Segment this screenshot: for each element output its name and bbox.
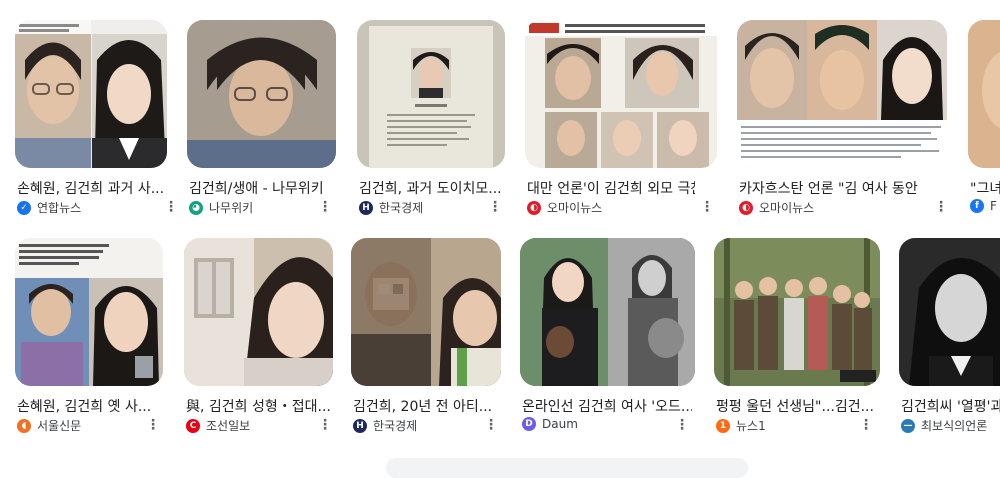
result-source-name: F [990,199,997,213]
more-options-icon[interactable]: ⋮ [483,417,499,433]
result-source: C 조선일보 [186,417,250,434]
result-card-2[interactable]: 김건희/생애 - 나무위키 ◕ 나무위키 ⋮ [187,20,336,216]
result-source-name: 서울신문 [37,419,82,433]
result-thumbnail[interactable] [357,20,505,168]
result-thumbnail[interactable] [15,20,167,168]
result-thumbnail[interactable] [525,20,717,168]
result-card-1[interactable]: 손혜원, 김건희 과거 사... ✓ 연합뉴스 ⋮ [15,20,178,216]
result-source-name: Daum [542,417,578,431]
more-options-icon[interactable]: ⋮ [933,199,949,215]
ohmynews-favicon-icon: ◐ [739,200,753,215]
result-card-8[interactable]: 與, 김건희 성형・접대... C 조선일보 ⋮ [184,238,333,434]
more-options-icon[interactable]: ⋮ [317,417,333,433]
more-options-icon[interactable]: ⋮ [699,199,715,215]
yonhap-favicon-icon: ✓ [17,200,31,215]
result-title[interactable]: 손혜원, 김건희 과거 사... [17,178,165,198]
more-options-icon[interactable]: ⋮ [163,199,179,215]
result-thumbnail[interactable] [351,238,501,386]
result-title[interactable]: "그녀 [970,178,1000,198]
result-source: H 한국경제 [353,417,417,434]
seoul-shinmun-favicon-icon: ◖ [17,418,31,433]
ohmynews-favicon-icon: ◐ [527,200,541,215]
result-title[interactable]: 온라인선 김건희 여사 '오드... [522,396,692,416]
result-source-name: 최보식의언론 [921,419,988,433]
result-card-9[interactable]: 김건희, 20년 전 아티... H 한국경제 ⋮ [351,238,501,434]
result-source-name: 연합뉴스 [37,201,82,215]
news1-favicon-icon: 1 [716,418,730,433]
result-title[interactable]: 與, 김건희 성형・접대... [186,396,331,416]
result-title[interactable]: 카자흐스탄 언론 "김 여사 동안 외... [739,178,919,198]
result-thumbnail[interactable] [184,238,333,386]
result-source: ◐ 오마이뉴스 [527,199,602,216]
result-source: f F [970,199,997,213]
result-title[interactable]: 대만 언론'이 김건희 외모 극찬... [527,178,695,198]
result-source: ◕ 나무위키 [189,199,253,216]
more-results-bar[interactable] [386,458,748,478]
result-source-name: 조선일보 [206,419,251,433]
hankyung-favicon-icon: H [353,418,367,433]
result-source: — 최보식의언론 [901,417,987,434]
result-card-10[interactable]: 온라인선 김건희 여사 '오드... D Daum ⋮ [520,238,695,434]
result-card-3[interactable]: 김건희, 과거 도이치모... H 한국경제 ⋮ [357,20,505,216]
more-options-icon[interactable]: ⋮ [487,199,503,215]
namuwiki-favicon-icon: ◕ [189,200,203,215]
more-options-icon[interactable]: ⋮ [317,199,333,215]
result-source: ✓ 연합뉴스 [17,199,81,216]
result-card-7[interactable]: 손혜원, 김건희 옛 사... ◖ 서울신문 ⋮ [15,238,167,434]
result-card-6[interactable]: "그녀 f F [968,20,1000,216]
result-card-4[interactable]: 대만 언론'이 김건희 외모 극찬... ◐ 오마이뉴스 ⋮ [525,20,717,216]
result-card-5[interactable]: 카자흐스탄 언론 "김 여사 동안 외... ◐ 오마이뉴스 ⋮ [737,20,949,216]
result-source: ◐ 오마이뉴스 [739,199,814,216]
result-title[interactable]: 김건희/생애 - 나무위키 [189,178,334,198]
daum-favicon-icon: D [522,417,536,431]
result-source: 1 뉴스1 [716,417,766,434]
more-options-icon[interactable]: ⋮ [145,417,161,433]
choiboshik-favicon-icon: — [901,418,915,433]
chosun-favicon-icon: C [186,418,200,433]
result-source-name: 오마이뉴스 [547,201,603,215]
result-title[interactable]: 김건희씨 '열평'과 [901,396,1000,416]
result-card-12[interactable]: 김건희씨 '열평'과 — 최보식의언론 [899,238,1000,434]
result-thumbnail[interactable] [187,20,336,168]
result-source-name: 한국경제 [379,201,424,215]
result-thumbnail[interactable] [520,238,695,386]
result-thumbnail[interactable] [899,238,1000,386]
result-thumbnail[interactable] [714,238,880,386]
result-title[interactable]: 김건희, 20년 전 아티... [353,396,499,416]
result-source: H 한국경제 [359,199,423,216]
result-source-name: 한국경제 [373,419,418,433]
result-source-name: 나무위키 [209,201,254,215]
more-options-icon[interactable]: ⋮ [858,417,874,433]
result-source: ◖ 서울신문 [17,417,81,434]
result-card-11[interactable]: 펑펑 울던 선생님"...김건... 1 뉴스1 ⋮ [714,238,880,434]
more-options-icon[interactable]: ⋮ [674,417,690,433]
result-thumbnail[interactable] [968,20,1000,168]
result-source: D Daum [522,417,578,431]
result-title[interactable]: 김건희, 과거 도이치모... [359,178,503,198]
facebook-favicon-icon: f [970,199,984,213]
result-source-name: 오마이뉴스 [759,201,815,215]
result-title[interactable]: 손혜원, 김건희 옛 사... [17,396,157,416]
hankyung-favicon-icon: H [359,200,373,215]
result-title[interactable]: 펑펑 울던 선생님"...김건... [716,396,878,416]
result-thumbnail[interactable] [15,238,163,386]
result-thumbnail[interactable] [737,20,947,168]
result-source-name: 뉴스1 [736,419,766,433]
